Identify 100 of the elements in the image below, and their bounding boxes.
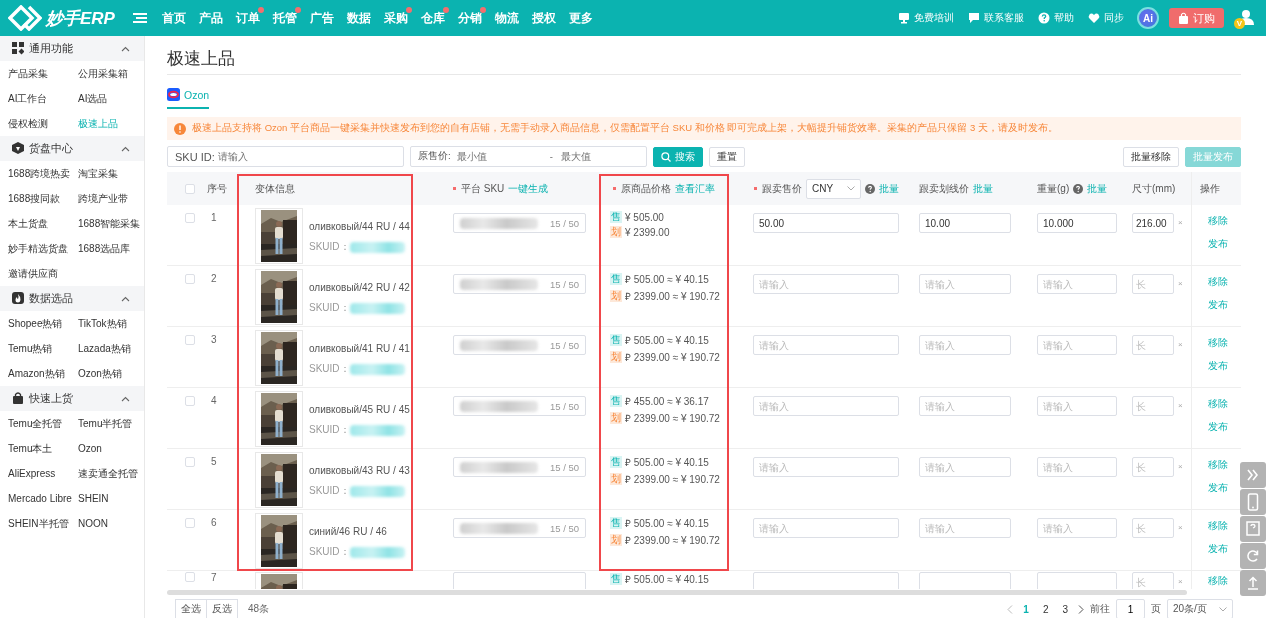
page-link[interactable]: 3 [1058, 603, 1072, 615]
sidebar-item[interactable]: NOON [78, 511, 144, 536]
checkbox[interactable] [185, 213, 195, 223]
input-field[interactable]: 长 [1132, 396, 1174, 416]
sidebar-item[interactable]: 淘宝采集 [78, 161, 144, 186]
sidebar-item[interactable]: Shopee热销 [8, 311, 78, 336]
checkbox[interactable] [185, 335, 195, 345]
input-field[interactable]: 长 [1132, 335, 1174, 355]
sidebar-item[interactable]: 1688搜同款 [8, 186, 78, 211]
double-chevron-icon[interactable] [1240, 462, 1266, 488]
sidebar-item[interactable]: Temu全托管 [8, 411, 78, 436]
input-field[interactable]: 长 [1132, 518, 1174, 538]
input-field[interactable]: 10.00 [919, 213, 1011, 233]
input-field[interactable]: 请输入 [753, 396, 899, 416]
sidebar-group-header[interactable]: 货盘中心 [0, 136, 144, 161]
sidebar-item[interactable]: Temu半托管 [78, 411, 144, 436]
input-field[interactable]: 长 [1132, 457, 1174, 477]
sidebar-item[interactable]: 邀请供应商 [8, 261, 78, 286]
checkbox[interactable] [185, 396, 195, 406]
sidebar-item[interactable]: SHEIN半托管 [8, 511, 78, 536]
input-field[interactable]: 10.000 [1037, 213, 1117, 233]
sidebar-item[interactable]: 1688选品库 [78, 236, 144, 261]
sidebar-item[interactable]: 1688智能采集 [78, 211, 144, 236]
select-all-button[interactable]: 全选 [175, 599, 207, 618]
price-tag: 划 [610, 226, 622, 238]
refresh-icon[interactable] [1240, 543, 1266, 569]
sidebar-group-header[interactable]: 快速上货 [0, 386, 144, 411]
range-separator: - [549, 151, 553, 162]
ai-button[interactable]: Ai [1137, 7, 1159, 29]
sidebar-item[interactable]: AI选品 [78, 86, 144, 111]
total-count: 48条 [248, 602, 270, 616]
input-field[interactable]: 请输入 [919, 457, 1011, 477]
input-field[interactable]: 请输入 [1037, 518, 1117, 538]
sidebar-item[interactable]: Temu本土 [8, 436, 78, 461]
variant-name: оливковый/43 RU / 43 [309, 465, 410, 476]
phone-icon[interactable] [1240, 489, 1266, 515]
sidebar-item[interactable]: Lazada热销 [78, 336, 144, 361]
help-icon[interactable] [1240, 516, 1266, 542]
input-field[interactable]: 请输入 [1037, 274, 1117, 294]
sidebar-item[interactable]: 跨境产业带 [78, 186, 144, 211]
skuid-label: SKUID： [309, 545, 350, 559]
input-field[interactable]: 请输入 [919, 396, 1011, 416]
sidebar-item[interactable]: 本土货盘 [8, 211, 78, 236]
sidebar-item[interactable]: AliExpress [8, 461, 78, 486]
sidebar-item[interactable]: Temu热销 [8, 336, 78, 361]
invert-selection-button[interactable]: 反选 [207, 599, 238, 618]
input-field[interactable]: 216.00 [1132, 213, 1174, 233]
input-field[interactable]: 请输入 [919, 518, 1011, 538]
sidebar-group-header[interactable]: 通用功能 [0, 36, 144, 61]
sidebar-item[interactable]: SHEIN [78, 486, 144, 511]
sidebar-item[interactable]: TikTok热销 [78, 311, 144, 336]
min-price-input[interactable]: 最小值 [456, 151, 542, 162]
horizontal-scrollbar[interactable] [167, 590, 1187, 595]
input-field[interactable]: 请输入 [919, 335, 1011, 355]
price-tag: 售 [610, 573, 622, 585]
sidebar-item[interactable]: AI工作台 [8, 86, 78, 111]
input-field[interactable]: 长 [1132, 274, 1174, 294]
input-field[interactable]: 50.00 [753, 213, 899, 233]
chevron-right-icon[interactable] [1078, 604, 1084, 614]
sidebar-item[interactable]: Ozon [78, 436, 144, 461]
sidebar-item[interactable]: Mercado Libre [8, 486, 78, 511]
input-field[interactable]: 请输入 [1037, 457, 1117, 477]
input-field[interactable]: 请输入 [919, 274, 1011, 294]
page-input[interactable]: 1 [1116, 599, 1145, 618]
upload-icon[interactable] [1240, 570, 1266, 596]
chevron-left-icon[interactable] [1007, 604, 1014, 614]
input-field[interactable] [1037, 572, 1117, 589]
checkbox[interactable] [185, 274, 195, 284]
bulk-remove-button[interactable]: 批量移除 [1123, 146, 1179, 167]
page-size-select[interactable]: 20条/页 [1167, 599, 1233, 618]
input-field[interactable]: 请输入 [753, 518, 899, 538]
sidebar-item[interactable]: 速卖通全托管 [78, 461, 144, 486]
warning-icon [174, 122, 186, 135]
input-field[interactable]: 请输入 [753, 335, 899, 355]
max-price-input[interactable]: 最大值 [560, 151, 646, 162]
price-text: ₽ 2399.00 ≈ ¥ 190.72 [625, 534, 720, 547]
sidebar-item[interactable]: 公用采集箱 [78, 61, 144, 86]
input-field[interactable] [919, 572, 1011, 589]
sidebar-group-header[interactable]: 数据选品 [0, 286, 144, 311]
menu-icon[interactable] [133, 12, 147, 24]
checkbox[interactable] [185, 457, 195, 467]
sidebar-item[interactable]: Ozon热销 [78, 361, 144, 386]
sidebar-item[interactable]: 1688跨境热卖 [8, 161, 78, 186]
currency-select[interactable]: CNY [806, 178, 862, 199]
input-field[interactable]: 请输入 [753, 274, 899, 294]
input-field[interactable]: 请输入 [1037, 396, 1117, 416]
checkbox[interactable] [185, 572, 195, 582]
sidebar-item[interactable]: 侵权检测 [8, 111, 78, 136]
price-tag: 划 [610, 290, 622, 302]
checkbox[interactable] [185, 183, 195, 194]
input-field[interactable] [753, 572, 899, 589]
checkbox[interactable] [185, 518, 195, 528]
input-field[interactable]: 长 [1132, 572, 1174, 589]
sidebar-item[interactable]: 妙手精选货盘 [8, 236, 78, 261]
page-link[interactable]: 2 [1038, 603, 1053, 615]
input-field[interactable]: 请输入 [1037, 335, 1117, 355]
sidebar-item[interactable]: Amazon热销 [8, 361, 78, 386]
sidebar-item[interactable]: 产品采集 [8, 61, 78, 86]
reset-button[interactable]: 重置 [709, 146, 745, 167]
input-field[interactable]: 请输入 [753, 457, 899, 477]
